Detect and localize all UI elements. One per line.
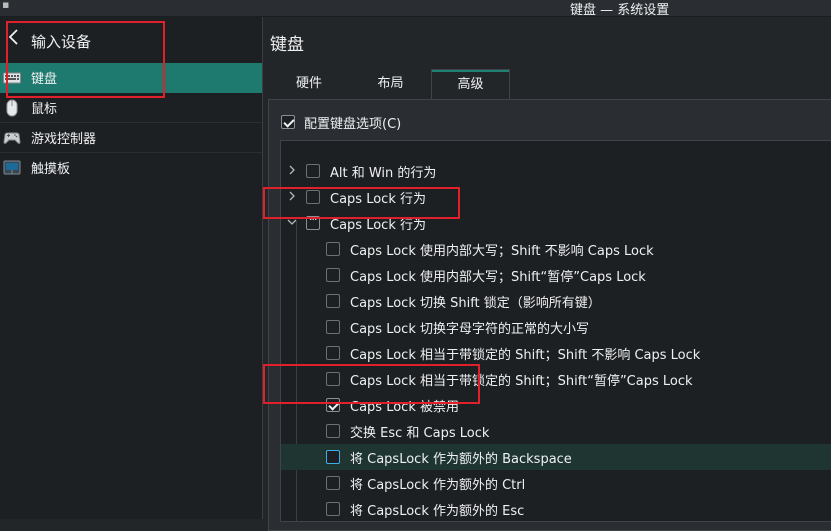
tree-row[interactable]: Caps Lock 切换 Shift 锁定（影响所有键） (281, 288, 831, 314)
option-checkbox[interactable] (326, 242, 340, 256)
tab-layout[interactable]: 布局 (353, 69, 428, 99)
tree-row[interactable]: 将 CapsLock 作为额外的 Backspace (281, 444, 831, 470)
option-checkbox[interactable] (326, 372, 340, 386)
chevron-right-icon[interactable] (286, 189, 298, 203)
option-label: Caps Lock 相当于带锁定的 Shift；Shift“暂停”Caps Lo… (350, 374, 693, 389)
sidebar-item-touchpad[interactable]: 触摸板 (0, 153, 262, 183)
window-title: 键盘 — 系统设置 (570, 3, 670, 18)
option-label: 将 CapsLock 作为额外的 Esc (350, 504, 525, 519)
sidebar-item-game-controller[interactable]: 游戏控制器 (0, 123, 262, 153)
app-icon: ▪ (2, 0, 10, 11)
option-label: Caps Lock 切换字母字符的正常的大小写 (350, 322, 589, 337)
option-label: Caps Lock 被禁用 (350, 400, 459, 415)
option-checkbox[interactable] (326, 450, 340, 464)
option-checkbox[interactable] (326, 424, 340, 438)
sidebar-item-label: 鼠标 (31, 102, 58, 117)
option-label: Caps Lock 行为 (330, 192, 426, 207)
option-checkbox[interactable] (326, 320, 340, 334)
option-label: 将 CapsLock 作为额外的 Backspace (350, 452, 572, 467)
page-title: 键盘 (270, 35, 304, 55)
option-label: Caps Lock 相当于带锁定的 Shift；Shift 不影响 Caps L… (350, 348, 701, 363)
sidebar-item-label: 触摸板 (31, 162, 71, 177)
sidebar: 输入设备 键盘 鼠标 游戏控制器 触摸板 (0, 17, 263, 519)
option-label: 将 CapsLock 作为额外的 Ctrl (350, 478, 526, 493)
option-checkbox[interactable] (326, 294, 340, 308)
option-label: Caps Lock 使用内部大写；Shift“暂停”Caps Lock (350, 270, 646, 285)
tree-row[interactable]: Caps Lock 被禁用 (281, 392, 831, 418)
option-label: Caps Lock 使用内部大写；Shift 不影响 Caps Lock (350, 244, 654, 259)
option-label: Caps Lock 切换 Shift 锁定（影响所有键） (350, 296, 601, 311)
tree-row[interactable]: Caps Lock 相当于带锁定的 Shift；Shift 不影响 Caps L… (281, 340, 831, 366)
tree-row[interactable]: Caps Lock 使用内部大写；Shift“暂停”Caps Lock (281, 262, 831, 288)
tree-row[interactable]: Caps Lock 切换字母字符的正常的大小写 (281, 314, 831, 340)
sidebar-item-label: 游戏控制器 (31, 132, 97, 147)
tree-row[interactable]: Caps Lock 行为 (281, 210, 831, 236)
tab-hardware[interactable]: 硬件 (269, 69, 349, 99)
tree-row[interactable]: Caps Lock 行为 (281, 184, 831, 210)
sidebar-item-mouse[interactable]: 鼠标 (0, 93, 262, 123)
tree-row[interactable]: 交换 Esc 和 Caps Lock (281, 418, 831, 444)
sidebar-item-keyboard[interactable]: 键盘 (0, 63, 262, 93)
chevron-right-icon[interactable] (286, 163, 298, 177)
sidebar-header-title: 输入设备 (31, 33, 92, 51)
option-checkbox[interactable] (326, 502, 340, 516)
keyboard-icon (3, 72, 21, 84)
tree-row[interactable]: 将 CapsLock 作为额外的 Esc (281, 496, 831, 521)
back-arrow-icon[interactable] (7, 26, 21, 48)
configure-options-label: 配置键盘选项(C) (304, 117, 402, 132)
option-checkbox[interactable] (306, 213, 320, 230)
tree-row[interactable]: Caps Lock 使用内部大写；Shift 不影响 Caps Lock (281, 236, 831, 262)
option-checkbox[interactable] (326, 476, 340, 490)
main-panel: 键盘 硬件 布局 高级 配置键盘选项(C) Alt 和 Win 的行为 Caps … (263, 17, 831, 531)
tree-row[interactable]: Alt 和 Win 的行为 (281, 158, 831, 184)
options-tree[interactable]: Alt 和 Win 的行为 Caps Lock 行为 Caps Lock 行为 Cap… (280, 140, 831, 522)
mouse-icon (6, 99, 18, 117)
tree-row[interactable]: Caps Lock 相当于带锁定的 Shift；Shift“暂停”Caps Lo… (281, 366, 831, 392)
gamepad-icon (3, 132, 21, 144)
option-checkbox[interactable] (326, 398, 340, 412)
chevron-down-icon[interactable] (286, 215, 298, 229)
option-label: Alt 和 Win 的行为 (330, 166, 437, 181)
option-checkbox[interactable] (326, 346, 340, 360)
option-checkbox[interactable] (306, 190, 320, 204)
configure-options-checkbox[interactable] (281, 115, 295, 129)
tree-row[interactable]: 将 CapsLock 作为额外的 Ctrl (281, 470, 831, 496)
title-bar: ▪ 键盘 — 系统设置 (0, 0, 831, 18)
option-label: 交换 Esc 和 Caps Lock (350, 426, 490, 441)
option-checkbox[interactable] (306, 164, 320, 178)
option-label: Caps Lock 行为 (330, 218, 426, 233)
option-checkbox[interactable] (326, 268, 340, 282)
touchpad-icon (3, 160, 21, 175)
sidebar-item-label: 键盘 (31, 72, 58, 87)
tab-advanced[interactable]: 高级 (431, 69, 510, 99)
sidebar-header: 输入设备 (0, 17, 262, 63)
